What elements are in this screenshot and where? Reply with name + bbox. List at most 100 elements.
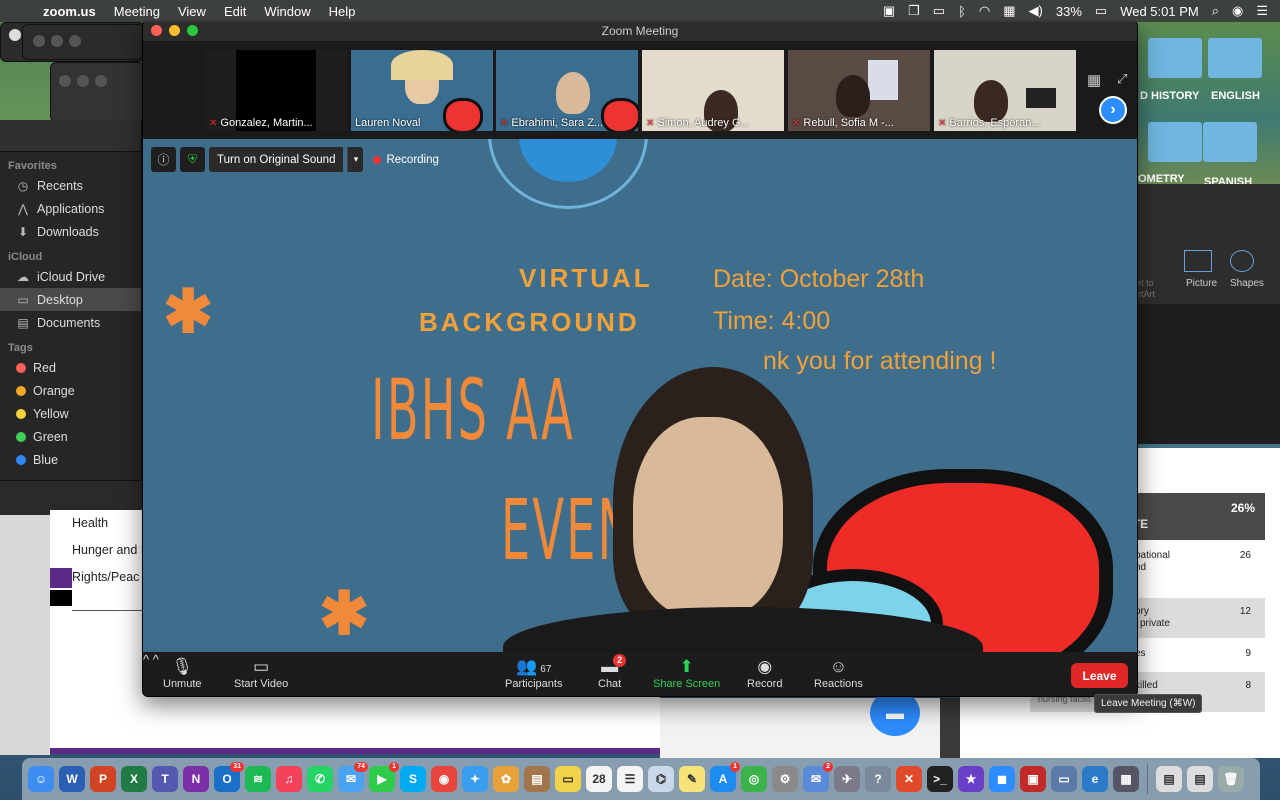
bluetooth-icon[interactable]: ᛒ xyxy=(958,4,966,19)
notes-icon[interactable]: ✎ xyxy=(679,766,705,792)
airplay-icon[interactable]: ▭ xyxy=(933,3,945,19)
participant-tile[interactable]: ✕ Gonzalez, Martin... xyxy=(205,50,347,131)
sidebar-item-recents[interactable]: ◷ Recents xyxy=(0,174,141,197)
doc1-icon[interactable]: ▤ xyxy=(1156,766,1182,792)
photobooth-icon[interactable]: ▣ xyxy=(1020,766,1046,792)
downloads-icon[interactable]: ▦ xyxy=(1113,766,1139,792)
participant-tile[interactable]: ✕ Barrios, Esperan... xyxy=(934,50,1076,131)
record-button[interactable]: ◉ Record xyxy=(747,656,782,690)
zoom-icon[interactable]: ◼ xyxy=(989,766,1015,792)
preview-icon[interactable]: ⌬ xyxy=(648,766,674,792)
tag-blue[interactable]: Blue xyxy=(0,448,141,471)
unmute-button[interactable]: 🎙 Unmute xyxy=(163,656,202,690)
finder-icon[interactable]: ☺ xyxy=(28,766,54,792)
sidebar-item-desktop[interactable]: ▭ Desktop xyxy=(0,288,141,311)
spotlight-icon[interactable]: ⌕ xyxy=(1212,3,1219,19)
onenote-icon[interactable]: N xyxy=(183,766,209,792)
leave-button[interactable]: Leave xyxy=(1071,663,1128,688)
notes-book-icon[interactable]: ▤ xyxy=(524,766,550,792)
clock[interactable]: Wed 5:01 PM xyxy=(1120,4,1199,19)
edge-icon[interactable]: e xyxy=(1082,766,1108,792)
fullscreen-icon[interactable]: ⤢ xyxy=(1117,71,1127,87)
participant-tile[interactable]: ✕ Rebull, Sofia M -... xyxy=(788,50,930,131)
chevron-down-icon[interactable]: ▾ xyxy=(347,147,364,172)
word-icon[interactable]: W xyxy=(59,766,85,792)
folder-label[interactable]: D HISTORY xyxy=(1140,90,1199,102)
reminders-icon[interactable]: ☰ xyxy=(617,766,643,792)
window-icon[interactable]: ❐ xyxy=(908,3,920,19)
participant-tile[interactable]: Lauren Noval xyxy=(351,50,493,131)
photos-icon[interactable]: ✿ xyxy=(493,766,519,792)
settings-icon[interactable]: ⚙ xyxy=(772,766,798,792)
shapes-icon[interactable] xyxy=(1230,250,1254,272)
close-icon[interactable] xyxy=(33,35,45,47)
minimize-icon[interactable] xyxy=(77,75,89,87)
siri-icon[interactable]: ◉ xyxy=(1232,3,1243,19)
folder-icon[interactable] xyxy=(1208,38,1262,78)
menu-window[interactable]: Window xyxy=(255,4,319,19)
display-icon[interactable]: ▭ xyxy=(1051,766,1077,792)
messages-icon[interactable]: ✉ 74 xyxy=(338,762,368,792)
participant-tile[interactable]: ✕ Simon, Audrey G... xyxy=(642,50,784,131)
facetime-icon[interactable]: ▶ 1 xyxy=(369,762,399,792)
volume-icon[interactable]: ◀) xyxy=(1029,3,1043,19)
terminal-icon[interactable]: >_ xyxy=(927,766,953,792)
skype-icon[interactable]: S xyxy=(400,766,426,792)
powerpoint-icon[interactable]: P xyxy=(90,766,116,792)
appstore-icon[interactable]: A1 xyxy=(710,762,740,792)
imovie-icon[interactable]: ★ xyxy=(958,766,984,792)
battery-percent[interactable]: 33% xyxy=(1056,4,1082,19)
doc2-icon[interactable]: ▤ xyxy=(1187,766,1213,792)
security-shield-icon[interactable]: ⛨ xyxy=(180,147,205,172)
tag-yellow[interactable]: Yellow xyxy=(0,402,141,425)
close-icon[interactable] xyxy=(151,25,162,36)
calendar-icon[interactable]: 28 xyxy=(586,766,612,792)
folder-icon[interactable] xyxy=(1203,122,1257,162)
notification-center-icon[interactable]: ☰ xyxy=(1256,3,1268,19)
safari-icon[interactable]: ✦ xyxy=(462,766,488,792)
chat-button[interactable]: ▬ 2 Chat xyxy=(598,654,627,690)
maps-icon[interactable]: ◎ xyxy=(741,766,767,792)
folder-icon[interactable] xyxy=(1148,38,1202,78)
sidebar-item-icloud-drive[interactable]: ☁ iCloud Drive xyxy=(0,265,141,288)
participant-tile-active-speaker[interactable]: ✕ Ebrahimi, Sara Z... xyxy=(496,50,638,131)
stickies-icon[interactable]: ▭ xyxy=(555,766,581,792)
launchpad-icon[interactable]: ✈ xyxy=(834,766,860,792)
menu-edit[interactable]: Edit xyxy=(215,4,255,19)
spotify-icon[interactable]: ≋ xyxy=(245,766,271,792)
picture-icon[interactable] xyxy=(1184,250,1212,272)
folder-label[interactable]: ENGLISH xyxy=(1211,90,1260,102)
outlook-icon[interactable]: O 31 xyxy=(214,762,244,792)
chevron-up-icon[interactable]: ^ xyxy=(153,652,159,667)
sidebar-item-documents[interactable]: ▤ Documents xyxy=(0,311,141,334)
tag-green[interactable]: Green xyxy=(0,425,141,448)
original-sound-button[interactable]: Turn on Original Sound xyxy=(209,147,344,172)
wifi-icon[interactable]: ◠ xyxy=(979,3,990,19)
window-control-icon[interactable] xyxy=(9,29,21,41)
tag-orange[interactable]: Orange xyxy=(0,379,141,402)
chrome-icon[interactable]: ◉ xyxy=(431,766,457,792)
maximize-icon[interactable] xyxy=(187,25,198,36)
teams-icon[interactable]: T xyxy=(152,766,178,792)
flag-icon[interactable]: ▦ xyxy=(1003,3,1015,19)
reactions-button[interactable]: ☺ Reactions xyxy=(814,656,863,690)
music-icon[interactable]: ♫ xyxy=(276,766,302,792)
folder-icon[interactable] xyxy=(1148,122,1202,162)
next-page-chevron-icon[interactable]: › xyxy=(1099,96,1127,124)
minimize-icon[interactable] xyxy=(169,25,180,36)
menu-view[interactable]: View xyxy=(169,4,215,19)
chevron-up-icon[interactable]: ^ xyxy=(143,652,149,667)
menu-app-name[interactable]: zoom.us xyxy=(34,4,105,19)
menu-meeting[interactable]: Meeting xyxy=(105,4,169,19)
excel-icon[interactable]: X xyxy=(121,766,147,792)
gallery-view-icon[interactable]: ▦ xyxy=(1087,71,1101,89)
maximize-icon[interactable] xyxy=(69,35,81,47)
participants-button[interactable]: 👥 67 Participants xyxy=(505,656,562,690)
start-video-button[interactable]: ▭ Start Video xyxy=(234,656,288,690)
minimize-icon[interactable] xyxy=(51,35,63,47)
menu-help[interactable]: Help xyxy=(320,4,365,19)
remote-icon[interactable]: ✕ xyxy=(896,766,922,792)
trash-icon[interactable]: 🗑 xyxy=(1218,766,1244,792)
battery-icon[interactable]: ▭ xyxy=(1095,3,1107,19)
tag-red[interactable]: Red xyxy=(0,356,141,379)
